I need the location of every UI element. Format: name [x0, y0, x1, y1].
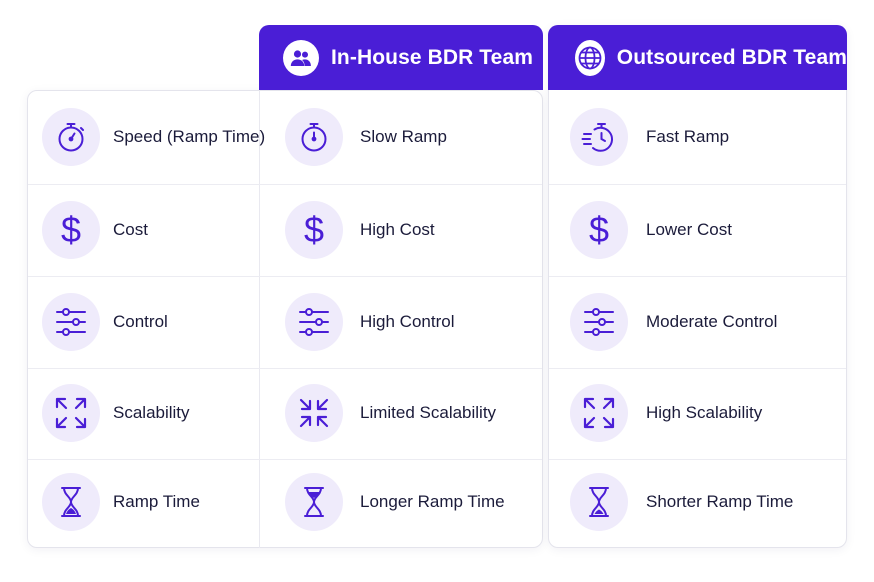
row-separator [28, 459, 542, 460]
dollar-icon: $ [570, 201, 628, 259]
criterion-label: Control [113, 312, 168, 331]
hourglass-icon [285, 473, 343, 531]
inhouse-cell-scalability: Limited Scalability [285, 384, 496, 442]
sliders-icon [570, 293, 628, 351]
row-separator [549, 459, 846, 460]
inhouse-value-label: Slow Ramp [360, 127, 447, 146]
dollar-icon: $ [42, 201, 100, 259]
expand-icon [42, 384, 100, 442]
criterion-cell-control: Control [42, 293, 168, 351]
outsourced-column-header: Outsourced BDR Team [548, 25, 847, 90]
row-separator [549, 184, 846, 185]
inhouse-column-title: In-House BDR Team [331, 45, 533, 69]
criterion-cell-cost: $ Cost [42, 201, 148, 259]
criterion-cell-ramp-time: Ramp Time [42, 473, 200, 531]
outsourced-cell-cost: $ Lower Cost [570, 201, 732, 259]
outsourced-column-title: Outsourced BDR Team [616, 45, 847, 69]
outsourced-value-label: Shorter Ramp Time [646, 492, 794, 511]
criterion-label: Ramp Time [113, 492, 200, 511]
inhouse-value-label: Limited Scalability [360, 403, 497, 422]
inhouse-cell-control: High Control [285, 293, 455, 351]
outsourced-cell-ramp-time: Shorter Ramp Time [570, 473, 793, 531]
stopwatch-icon [42, 108, 100, 166]
row-separator [28, 276, 542, 277]
inhouse-value-label: High Cost [360, 220, 435, 239]
users-icon [283, 39, 319, 76]
row-separator [549, 276, 846, 277]
collapse-icon [285, 384, 343, 442]
criterion-label: Speed (Ramp Time) [113, 127, 266, 146]
inhouse-column-header: In-House BDR Team [259, 25, 543, 90]
dollar-icon: $ [285, 201, 343, 259]
outsourced-cell-scalability: High Scalability [570, 384, 762, 442]
criterion-label: Cost [113, 220, 148, 239]
sliders-icon [42, 293, 100, 351]
inhouse-cell-speed: Slow Ramp [285, 108, 447, 166]
outsourced-value-label: Lower Cost [646, 220, 732, 239]
outsourced-value-label: Moderate Control [646, 312, 778, 331]
fast-stopwatch-icon [570, 108, 628, 166]
row-separator [28, 368, 542, 369]
criterion-label: Scalability [113, 403, 190, 422]
expand-icon [570, 384, 628, 442]
criterion-cell-scalability: Scalability [42, 384, 190, 442]
row-separator [549, 368, 846, 369]
row-separator [28, 184, 542, 185]
outsourced-column-card [548, 25, 847, 548]
inhouse-value-label: Longer Ramp Time [360, 492, 505, 511]
globe-icon [575, 39, 605, 76]
hourglass-icon [570, 473, 628, 531]
outsourced-value-label: High Scalability [646, 403, 763, 422]
sliders-icon [285, 293, 343, 351]
stopwatch-icon [285, 108, 343, 166]
outsourced-cell-control: Moderate Control [570, 293, 777, 351]
inhouse-cell-ramp-time: Longer Ramp Time [285, 473, 505, 531]
outsourced-cell-speed: Fast Ramp [570, 108, 729, 166]
inhouse-value-label: High Control [360, 312, 455, 331]
hourglass-icon [42, 473, 100, 531]
criterion-cell-speed: Speed (Ramp Time) [42, 108, 265, 166]
inhouse-cell-cost: $ High Cost [285, 201, 435, 259]
outsourced-value-label: Fast Ramp [646, 127, 730, 146]
